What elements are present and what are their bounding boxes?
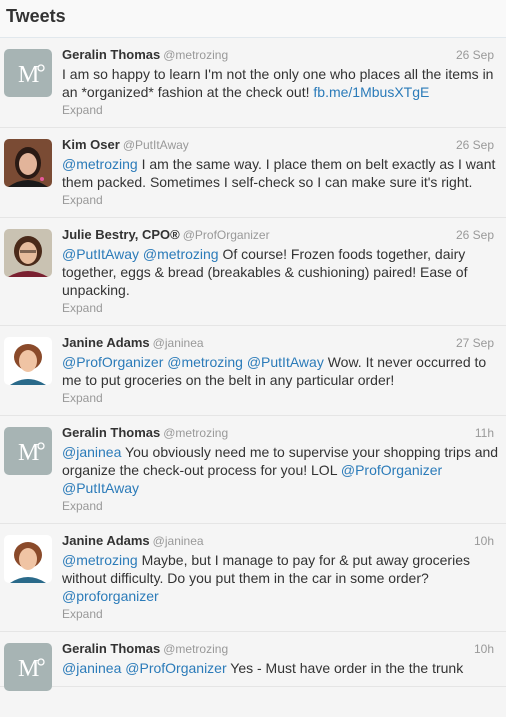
tweet[interactable]: Julie Bestry, CPO® @ProfOrganizer 26 Sep … [0,218,506,326]
tweet-timestamp[interactable]: 26 Sep [456,136,494,154]
expand-link[interactable]: Expand [62,103,500,118]
author-name[interactable]: Janine Adams [62,533,150,548]
mention-link[interactable]: @ProfOrganizer [341,462,442,478]
author-name[interactable]: Geralin Thomas [62,425,160,440]
avatar-woman-photo[interactable] [4,229,52,277]
tweet[interactable]: Janine Adams @janinea 27 Sep @ProfOrganiz… [0,326,506,416]
author-handle[interactable]: @metrozing [163,426,228,440]
page-title: Tweets [6,6,66,26]
mention-link[interactable]: @PutItAway [62,246,139,262]
mention-link[interactable]: @proforganizer [62,588,159,604]
tweet-timestamp[interactable]: 10h [474,640,494,658]
avatar-woman-photo[interactable] [4,337,52,385]
expand-link[interactable]: Expand [62,301,500,316]
svg-text:M: M [18,656,39,682]
tweet-timestamp[interactable]: 11h [475,424,494,442]
svg-text:M: M [18,62,39,88]
mention-link[interactable]: @PutItAway [247,354,324,370]
author-handle[interactable]: @janinea [153,336,204,350]
author-handle[interactable]: @ProfOrganizer [183,228,270,242]
author-name[interactable]: Kim Oser [62,137,120,152]
author-name[interactable]: Geralin Thomas [62,47,160,62]
expand-link[interactable]: Expand [62,499,500,514]
tweet[interactable]: M Geralin Thomas @metrozing 10h @janinea … [0,632,506,691]
tweet-text: @metrozing I am the same way. I place th… [62,155,500,191]
avatar-woman-photo[interactable] [4,535,52,583]
tweets-header: Tweets [0,0,506,38]
author-handle[interactable]: @PutItAway [123,138,189,152]
tweet[interactable]: M Geralin Thomas @metrozing 26 Sep I am s… [0,38,506,128]
svg-text:M: M [18,440,39,466]
avatar-metrozing-logo[interactable]: M [4,49,52,97]
expand-link[interactable]: Expand [62,391,500,406]
expand-link[interactable]: Expand [62,607,500,622]
mention-link[interactable]: @janinea [62,444,121,460]
tweet-timestamp[interactable]: 26 Sep [456,46,494,64]
mention-link[interactable]: @metrozing [143,246,219,262]
author-name[interactable]: Geralin Thomas [62,641,160,656]
tweet-text: @janinea You obviously need me to superv… [62,443,500,497]
tweet-link[interactable]: fb.me/1MbusXTgE [313,84,429,100]
author-handle[interactable]: @janinea [153,534,204,548]
author-handle[interactable]: @metrozing [163,642,228,656]
tweet-timestamp[interactable]: 10h [474,532,494,550]
avatar-metrozing-logo[interactable]: M [4,643,52,691]
expand-link[interactable]: Expand [62,193,500,208]
mention-link[interactable]: @metrozing [62,552,138,568]
mention-link[interactable]: @PutItAway [62,480,139,496]
tweet[interactable]: Janine Adams @janinea 10h @metrozing Mayb… [0,524,506,632]
tweets-panel: Tweets M Geralin Thomas @metrozing 26 Sep… [0,0,506,717]
author-name[interactable]: Julie Bestry, CPO® [62,227,180,242]
mention-link[interactable]: @ProfOrganizer [62,354,163,370]
mention-link[interactable]: @ProfOrganizer [125,660,226,676]
tweet-text: I am so happy to learn I'm not the only … [62,65,500,101]
author-name[interactable]: Janine Adams [62,335,150,350]
tweet-timestamp[interactable]: 27 Sep [456,334,494,352]
tweet-text-segment: Yes - Must have order in the the trunk [226,660,464,676]
avatar-metrozing-logo[interactable]: M [4,427,52,475]
tweet-text: @janinea @ProfOrganizer Yes - Must have … [62,659,500,677]
tweet-timestamp[interactable]: 26 Sep [456,226,494,244]
tweet[interactable]: Kim Oser @PutItAway 26 Sep @metrozing I a… [0,128,506,218]
tweet[interactable]: M Geralin Thomas @metrozing 11h @janinea … [0,416,506,524]
mention-link[interactable]: @metrozing [167,354,243,370]
avatar-woman-photo[interactable] [4,139,52,187]
author-handle[interactable]: @metrozing [163,48,228,62]
mention-link[interactable]: @janinea [62,660,121,676]
mention-link[interactable]: @metrozing [62,156,138,172]
tweet-text: @metrozing Maybe, but I manage to pay fo… [62,551,500,605]
tweet-text: @PutItAway @metrozing Of course! Frozen … [62,245,500,299]
tweet-text: @ProfOrganizer @metrozing @PutItAway Wow… [62,353,500,389]
